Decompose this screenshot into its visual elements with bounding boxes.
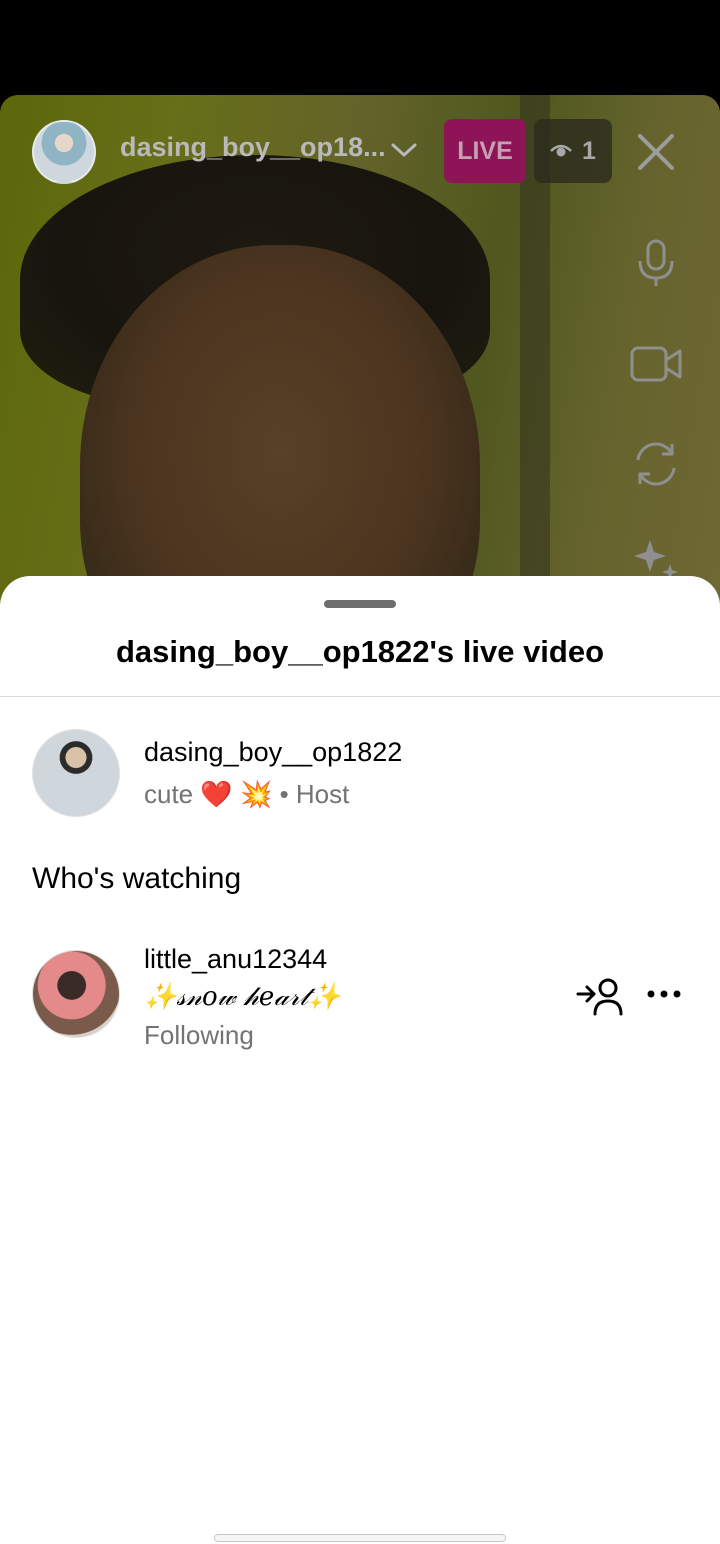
host-avatar-top[interactable]	[32, 120, 96, 184]
host-username-top[interactable]: dasing_boy__op18...	[120, 132, 386, 163]
video-camera-icon[interactable]	[630, 338, 682, 390]
status-bar	[0, 0, 720, 95]
close-icon[interactable]	[634, 130, 678, 174]
eye-icon	[550, 144, 572, 157]
host-role: • Host	[272, 779, 350, 809]
microphone-icon[interactable]	[630, 236, 682, 288]
host-avatar[interactable]	[32, 729, 120, 817]
viewer-bio: ✨𝓈𝓃𝑜𝓌 𝒽𝑒𝒶𝓇𝓉✨	[144, 982, 341, 1012]
sheet-drag-handle[interactable]	[324, 600, 396, 608]
viewer-count: 1	[582, 137, 596, 165]
live-video-feed	[0, 95, 720, 615]
add-user-icon[interactable]	[576, 976, 624, 1016]
host-bio: cute ❤️ 💥	[144, 779, 273, 809]
viewers-bottom-sheet: dasing_boy__op1822's live video dasing_b…	[0, 576, 720, 1544]
home-indicator	[214, 1534, 506, 1542]
viewer-username[interactable]: little_anu12344	[144, 944, 327, 975]
viewer-count-button[interactable]: 1	[534, 119, 612, 183]
host-username[interactable]: dasing_boy__op1822	[144, 737, 402, 768]
chevron-down-icon[interactable]	[390, 140, 418, 160]
host-bio-line: cute ❤️ 💥 • Host	[144, 779, 349, 810]
divider	[0, 696, 720, 697]
more-options-icon[interactable]	[646, 984, 682, 1004]
sheet-title: dasing_boy__op1822's live video	[115, 634, 605, 669]
video-dim-overlay	[0, 95, 720, 615]
viewer-following-status: Following	[144, 1020, 254, 1050]
section-title-whos-watching: Who's watching	[32, 862, 242, 895]
live-badge: LIVE	[444, 119, 526, 183]
flip-camera-icon[interactable]	[630, 438, 682, 490]
viewer-avatar[interactable]	[32, 950, 120, 1038]
